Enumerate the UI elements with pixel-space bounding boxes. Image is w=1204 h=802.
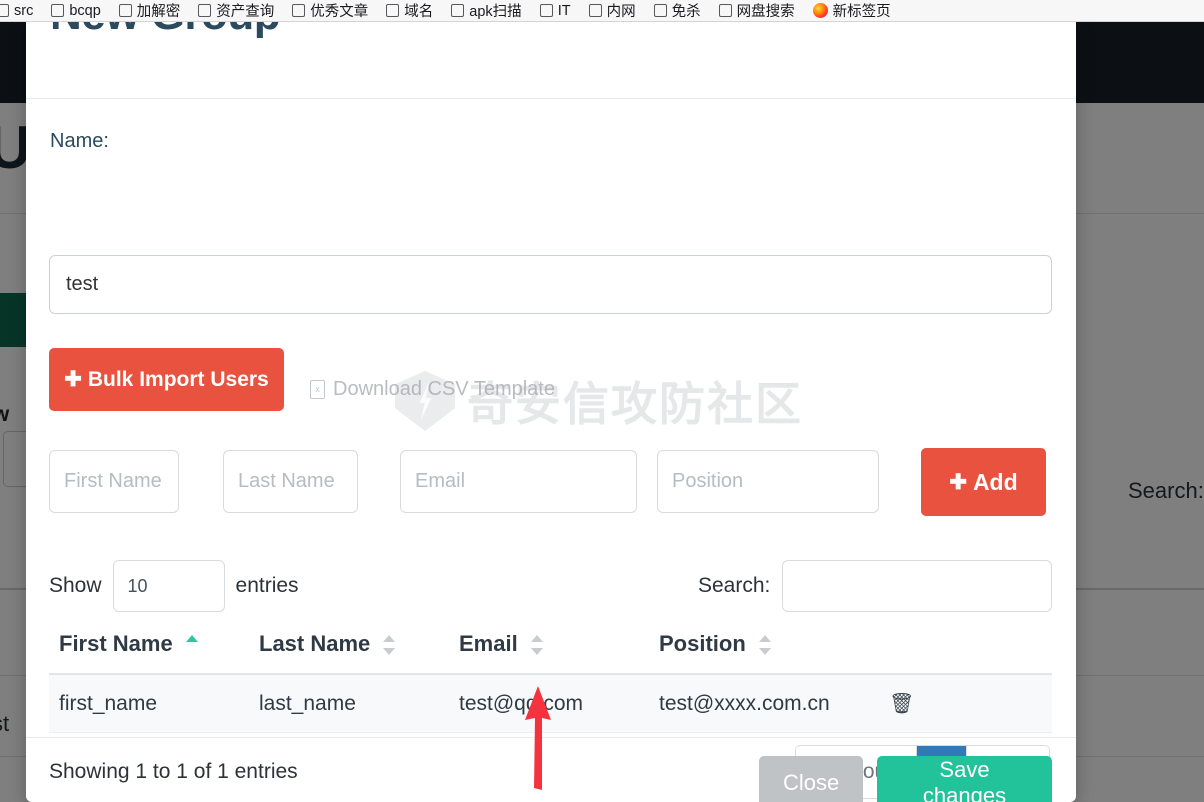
new-group-modal: New Group Name: ✚ Bulk Import Users x Do… xyxy=(26,12,1076,802)
folder-icon xyxy=(51,4,65,17)
folder-icon xyxy=(386,4,400,17)
column-header-actions xyxy=(879,625,1052,675)
folder-icon xyxy=(0,4,9,17)
column-label: First Name xyxy=(59,631,173,656)
add-label: Add xyxy=(972,468,1018,495)
add-user-button[interactable]: ✚ Add xyxy=(921,448,1046,516)
bookmark-label: 免杀 xyxy=(671,4,701,20)
position-input[interactable] xyxy=(657,450,879,513)
bookmark-label: 网盘搜索 xyxy=(736,4,795,20)
cell-first-name: first_name xyxy=(49,674,249,733)
close-button[interactable]: Close xyxy=(759,756,863,802)
sort-none-icon xyxy=(758,634,771,656)
folder-icon xyxy=(653,4,667,17)
sort-ascending-icon xyxy=(185,634,198,656)
column-label: Position xyxy=(659,631,746,656)
bookmark-label: 优秀文章 xyxy=(310,4,369,20)
bookmark-label: apk扫描 xyxy=(469,4,522,20)
bookmark-item-netdisk-search[interactable]: 网盘搜索 xyxy=(710,1,804,21)
entries-label: entries xyxy=(235,574,299,597)
table-search-control: Search: xyxy=(698,560,1053,612)
first-name-input[interactable] xyxy=(49,450,179,513)
column-header-email[interactable]: Email xyxy=(449,625,649,675)
column-label: Last Name xyxy=(259,631,371,656)
column-header-first-name[interactable]: First Name xyxy=(49,625,249,675)
plus-icon: ✚ xyxy=(949,470,967,494)
trash-icon[interactable]: 🗑 xyxy=(889,693,914,715)
folder-icon xyxy=(451,4,465,17)
users-table: First Name Last Name Email Position firs… xyxy=(49,625,1052,733)
group-name-input[interactable] xyxy=(49,255,1052,314)
bookmark-item-it[interactable]: IT xyxy=(531,1,580,21)
bookmark-item-evasion[interactable]: 免杀 xyxy=(645,1,710,21)
save-changes-button[interactable]: Save changes xyxy=(877,756,1052,802)
bookmark-item-asset-query[interactable]: 资产查询 xyxy=(189,1,283,21)
bookmark-label: 内网 xyxy=(606,4,636,20)
cell-actions: 🗑 xyxy=(879,674,1052,733)
entries-per-page-select[interactable] xyxy=(112,560,225,612)
search-label: Search: xyxy=(698,574,771,597)
folder-icon xyxy=(198,4,212,17)
csv-link-label: Download CSV Template xyxy=(333,378,555,400)
bulk-import-users-button[interactable]: ✚ Bulk Import Users xyxy=(49,348,284,411)
email-input[interactable] xyxy=(400,450,637,513)
column-header-last-name[interactable]: Last Name xyxy=(249,625,449,675)
sort-none-icon xyxy=(530,634,543,656)
table-search-input[interactable] xyxy=(782,560,1053,612)
bookmark-item-intranet[interactable]: 内网 xyxy=(580,1,645,21)
name-label: Name: xyxy=(50,130,109,152)
bookmark-label: 资产查询 xyxy=(216,4,275,20)
modal-body: Name: ✚ Bulk Import Users x Download CSV… xyxy=(26,100,1076,799)
browser-bookmarks-bar: src bcqp 加解密 资产查询 优秀文章 域名 apk扫描 IT 内网 免杀… xyxy=(0,0,1204,22)
bookmark-label: 加解密 xyxy=(136,4,181,20)
bulk-import-label: Bulk Import Users xyxy=(87,367,269,391)
bookmark-item-encryption[interactable]: 加解密 xyxy=(110,1,190,21)
folder-icon xyxy=(118,4,132,17)
users-table-head: First Name Last Name Email Position xyxy=(49,625,1052,675)
bookmark-item-apk-scan[interactable]: apk扫描 xyxy=(442,1,530,21)
bookmark-label: src xyxy=(14,2,34,19)
excel-file-icon: x xyxy=(310,380,325,399)
bookmark-item-src[interactable]: src xyxy=(0,1,42,21)
cell-email: test@qq.com xyxy=(449,674,649,733)
bookmark-item-new-tab[interactable]: 新标签页 xyxy=(804,1,900,21)
bookmark-label: bcqp xyxy=(69,2,101,19)
bookmark-item-domain[interactable]: 域名 xyxy=(377,1,442,21)
folder-icon xyxy=(539,4,553,17)
show-entries-control: Show entries xyxy=(49,560,299,612)
column-header-position[interactable]: Position xyxy=(649,625,879,675)
firefox-icon xyxy=(812,3,828,18)
modal-header: New Group xyxy=(26,12,1076,99)
show-label: Show xyxy=(49,574,102,597)
modal-footer: Close Save changes xyxy=(26,737,1076,802)
download-csv-template-link[interactable]: x Download CSV Template xyxy=(310,378,555,401)
bookmark-label: IT xyxy=(557,2,571,19)
bookmark-label: 域名 xyxy=(404,4,434,20)
users-table-body: first_name last_name test@qq.com test@xx… xyxy=(49,674,1052,733)
cell-last-name: last_name xyxy=(249,674,449,733)
bookmark-item-bcqp[interactable]: bcqp xyxy=(42,1,109,21)
folder-icon xyxy=(588,4,602,17)
cell-position: test@xxxx.com.cn xyxy=(649,674,879,733)
column-label: Email xyxy=(459,631,518,656)
table-row: first_name last_name test@qq.com test@xx… xyxy=(49,674,1052,733)
users-table-header-row: First Name Last Name Email Position xyxy=(49,625,1052,675)
bookmark-label: 新标签页 xyxy=(832,4,891,20)
folder-icon xyxy=(718,4,732,17)
folder-icon xyxy=(292,4,306,17)
last-name-input[interactable] xyxy=(223,450,358,513)
sort-none-icon xyxy=(383,634,396,656)
plus-icon: ✚ xyxy=(64,368,82,391)
bookmark-item-articles[interactable]: 优秀文章 xyxy=(283,1,377,21)
